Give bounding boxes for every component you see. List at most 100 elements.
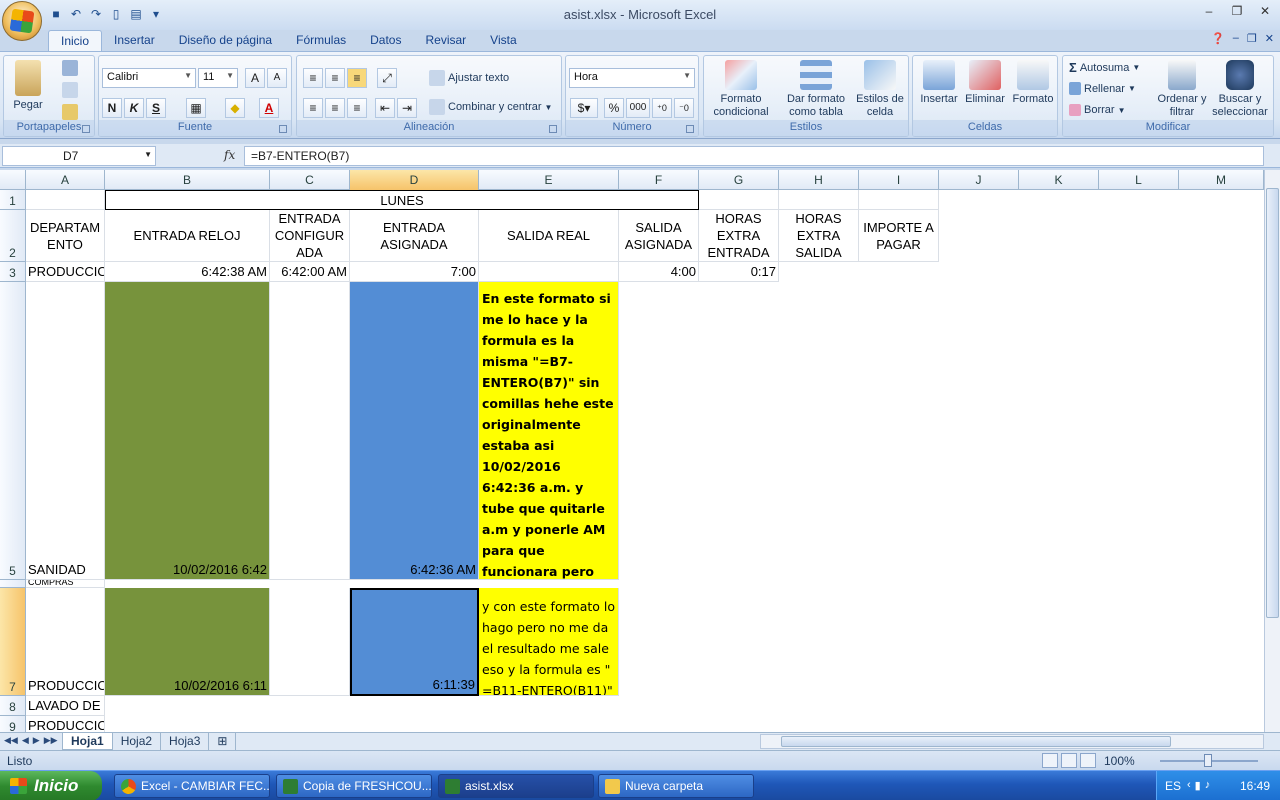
cell-d3[interactable]: 7:00: [350, 262, 479, 282]
row-header-6[interactable]: [0, 580, 26, 588]
select-all-corner[interactable]: [0, 170, 26, 190]
copy-icon[interactable]: [62, 82, 78, 98]
cell-d5[interactable]: 6:42:36 AM: [350, 282, 479, 580]
col-header-b[interactable]: B: [105, 170, 270, 190]
col-header-l[interactable]: L: [1099, 170, 1179, 190]
underline-button[interactable]: S: [146, 98, 166, 118]
volume-icon[interactable]: ♪: [1205, 779, 1211, 792]
minimize-icon[interactable]: –: [1200, 4, 1218, 20]
first-sheet-icon[interactable]: ◀◀: [4, 735, 18, 746]
tab-insertar[interactable]: Insertar: [102, 30, 167, 52]
col-header-j[interactable]: J: [939, 170, 1019, 190]
ribbon-close-icon[interactable]: ✕: [1265, 32, 1274, 45]
find-select-button[interactable]: Buscar y seleccionar: [1209, 60, 1271, 119]
row-header-3[interactable]: 3: [0, 262, 26, 282]
borders-icon[interactable]: ▦: [186, 98, 206, 118]
cell-g3[interactable]: 0:17: [699, 262, 779, 282]
formula-input[interactable]: =B7-ENTERO(B7): [244, 146, 1264, 166]
tab-vista[interactable]: Vista: [478, 30, 528, 52]
cell-a1[interactable]: [26, 190, 105, 210]
cell-g2[interactable]: HORAS EXTRA ENTRADA: [699, 210, 779, 262]
cell-a7[interactable]: PRODUCCION: [26, 588, 105, 696]
language-indicator[interactable]: ES: [1165, 779, 1181, 793]
vertical-scrollbar[interactable]: [1264, 170, 1280, 732]
col-header-a[interactable]: A: [26, 170, 105, 190]
align-left-icon[interactable]: ≡: [303, 98, 323, 118]
col-header-i[interactable]: I: [859, 170, 939, 190]
clear-button[interactable]: Borrar ▼: [1069, 104, 1125, 116]
merge-center-button[interactable]: Combinar y centrar ▼: [429, 99, 552, 115]
conditional-format-button[interactable]: Formato condicional: [706, 60, 776, 119]
last-sheet-icon[interactable]: ▶▶: [44, 735, 58, 746]
cell-d7-active[interactable]: 6:11:39: [350, 588, 479, 696]
fill-button[interactable]: Rellenar ▼: [1069, 82, 1136, 95]
zoom-level[interactable]: 100%: [1104, 754, 1135, 768]
page-break-view-icon[interactable]: [1080, 753, 1096, 768]
cell-f2[interactable]: SALIDA ASIGNADA: [619, 210, 699, 262]
ribbon-minimize-icon[interactable]: –: [1233, 32, 1239, 45]
cell-e3[interactable]: [479, 262, 619, 282]
row-header-7[interactable]: 7: [0, 588, 26, 696]
align-top-icon[interactable]: ≡: [303, 68, 323, 88]
decrease-indent-icon[interactable]: ⇤: [375, 98, 395, 118]
thousands-button[interactable]: 000: [626, 98, 650, 118]
number-format-combo[interactable]: Hora ▼: [569, 68, 695, 88]
col-header-e[interactable]: E: [479, 170, 619, 190]
align-right-icon[interactable]: ≡: [347, 98, 367, 118]
cell-d2[interactable]: ENTRADA ASIGNADA: [350, 210, 479, 262]
cell-c5[interactable]: [270, 282, 350, 580]
taskbar-item-asist[interactable]: asist.xlsx: [438, 774, 594, 798]
fill-color-icon[interactable]: ◆: [225, 98, 245, 118]
dialog-launcher-icon[interactable]: [279, 125, 287, 133]
vertical-scroll-thumb[interactable]: [1266, 188, 1279, 618]
cell-a8[interactable]: LAVADO DE ROPA: [26, 696, 105, 716]
font-color-icon[interactable]: A: [259, 98, 279, 118]
cell-a5[interactable]: SANIDAD: [26, 282, 105, 580]
increase-indent-icon[interactable]: ⇥: [397, 98, 417, 118]
cell-styles-button[interactable]: Estilos de celda: [854, 60, 906, 119]
orientation-icon[interactable]: ⤢: [377, 68, 397, 88]
percent-button[interactable]: %: [604, 98, 624, 118]
insert-function-icon[interactable]: fx: [224, 148, 235, 162]
row-header-5[interactable]: 5: [0, 282, 26, 580]
horizontal-scroll-thumb[interactable]: [781, 736, 1171, 747]
name-box[interactable]: D7 ▼: [2, 146, 156, 166]
format-cells-button[interactable]: Formato: [1011, 60, 1055, 106]
network-icon[interactable]: ▮: [1195, 779, 1201, 792]
sheet-tab-hoja3[interactable]: Hoja3: [161, 733, 210, 750]
tab-datos[interactable]: Datos: [358, 30, 413, 52]
row-header-1[interactable]: 1: [0, 190, 26, 210]
clock[interactable]: 16:49: [1240, 779, 1270, 793]
page-layout-view-icon[interactable]: [1061, 753, 1077, 768]
insert-sheet-icon[interactable]: ⊞: [209, 733, 237, 750]
delete-cells-button[interactable]: Eliminar: [963, 60, 1007, 106]
tab-formulas[interactable]: Fórmulas: [284, 30, 358, 52]
cell-c7[interactable]: [270, 588, 350, 696]
tab-diseno[interactable]: Diseño de página: [167, 30, 284, 52]
cell-c3[interactable]: 6:42:00 AM: [270, 262, 350, 282]
cell-e7-note[interactable]: y con este formato lo hago pero no me da…: [479, 588, 619, 696]
prev-sheet-icon[interactable]: ◀: [22, 735, 29, 746]
cell-b5[interactable]: 10/02/2016 6:42: [105, 282, 270, 580]
cell-h1[interactable]: [779, 190, 859, 210]
cell-c2[interactable]: ENTRADA CONFIGUR ADA: [270, 210, 350, 262]
grow-font-icon[interactable]: A: [245, 68, 265, 88]
spreadsheet-grid[interactable]: A B C D E F G H I J K L M 1 2 3 5 7 8 9 …: [0, 170, 1280, 732]
col-header-c[interactable]: C: [270, 170, 350, 190]
tray-expand-icon[interactable]: ‹: [1187, 779, 1191, 792]
autosum-button[interactable]: Σ Autosuma ▼: [1069, 60, 1140, 75]
cell-f3[interactable]: 4:00: [619, 262, 699, 282]
cell-a3[interactable]: PRODUCCION: [26, 262, 105, 282]
taskbar-item-chrome[interactable]: Excel - CAMBIAR FEC...: [114, 774, 270, 798]
cell-b1-merged[interactable]: LUNES: [105, 190, 699, 210]
decrease-decimal-icon[interactable]: ⁻0: [674, 98, 694, 118]
cell-i1[interactable]: [859, 190, 939, 210]
font-size-combo[interactable]: 11 ▼: [198, 68, 238, 88]
align-center-icon[interactable]: ≡: [325, 98, 345, 118]
close-icon[interactable]: ✕: [1256, 4, 1274, 20]
cell-a6[interactable]: COMPRAS: [26, 580, 105, 588]
currency-icon[interactable]: $▾: [570, 98, 598, 118]
wrap-text-button[interactable]: Ajustar texto: [429, 70, 509, 86]
cell-h2[interactable]: HORAS EXTRA SALIDA: [779, 210, 859, 262]
col-header-k[interactable]: K: [1019, 170, 1099, 190]
